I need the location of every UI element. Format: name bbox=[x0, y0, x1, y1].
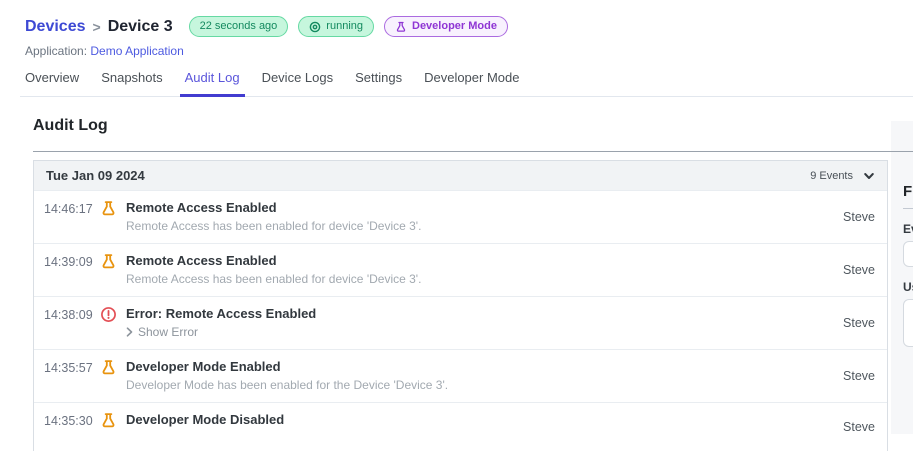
event-time: 14:35:57 bbox=[44, 361, 93, 375]
content-area: Audit Log Tue Jan 09 2024 9 Events 14:46… bbox=[0, 117, 913, 451]
tab-audit-log[interactable]: Audit Log bbox=[179, 70, 245, 97]
event-time: 14:38:09 bbox=[44, 308, 93, 322]
table-row: 14:35:30 Developer Mode Disabled Steve bbox=[34, 402, 887, 451]
event-user: Steve bbox=[843, 262, 875, 277]
day-group-date: Tue Jan 09 2024 bbox=[46, 168, 145, 183]
tab-developer-mode[interactable]: Developer Mode bbox=[419, 70, 524, 97]
developer-mode-badge-label: Developer Mode bbox=[412, 20, 497, 32]
chevron-down-icon[interactable] bbox=[863, 170, 875, 182]
breadcrumb-separator: > bbox=[92, 18, 101, 35]
application-row: Application: Demo Application bbox=[25, 44, 913, 58]
table-row: 14:35:57 Developer Mode Enabled Develope… bbox=[34, 349, 887, 402]
show-error-toggle[interactable]: Show Error bbox=[126, 325, 833, 339]
tab-settings[interactable]: Settings bbox=[350, 70, 407, 97]
breadcrumb-current-device: Device 3 bbox=[107, 17, 173, 35]
flask-icon bbox=[100, 253, 117, 270]
event-time: 14:39:09 bbox=[44, 255, 93, 269]
event-title: Error: Remote Access Enabled bbox=[126, 306, 317, 321]
flask-icon bbox=[100, 359, 117, 376]
tab-snapshots[interactable]: Snapshots bbox=[96, 70, 167, 97]
running-status-label: running bbox=[326, 20, 363, 32]
chevron-right-icon bbox=[126, 327, 133, 337]
filter-events-label: Events bbox=[903, 222, 913, 236]
filter-panel-divider bbox=[903, 208, 913, 209]
event-title: Remote Access Enabled bbox=[126, 200, 277, 215]
running-status-badge: running bbox=[298, 16, 374, 37]
filter-panel: Filter Events Users bbox=[903, 183, 913, 347]
application-label: Application: bbox=[25, 44, 88, 58]
filter-panel-title: Filter bbox=[903, 183, 913, 200]
filter-users-input[interactable] bbox=[903, 299, 913, 347]
event-user: Steve bbox=[843, 419, 875, 434]
events-count: 9 Events bbox=[810, 169, 853, 182]
day-group-header[interactable]: Tue Jan 09 2024 9 Events bbox=[34, 161, 887, 190]
event-description: Developer Mode has been enabled for the … bbox=[126, 378, 449, 392]
error-icon bbox=[100, 306, 117, 323]
title-divider bbox=[33, 151, 913, 152]
audit-log-table: Tue Jan 09 2024 9 Events 14:46:17 Remote… bbox=[33, 160, 888, 451]
filter-users-label: Users bbox=[903, 280, 913, 294]
tab-device-logs[interactable]: Device Logs bbox=[257, 70, 339, 97]
table-row: 14:39:09 Remote Access Enabled Remote Ac… bbox=[34, 243, 887, 296]
event-description: Remote Access has been enabled for devic… bbox=[126, 219, 422, 233]
developer-mode-badge: Developer Mode bbox=[384, 16, 508, 37]
event-title: Remote Access Enabled bbox=[126, 253, 277, 268]
page-title: Audit Log bbox=[33, 117, 108, 134]
table-row: 14:38:09 Error: Remote Access Enabled Sh… bbox=[34, 296, 887, 349]
status-badges: 22 seconds ago running Developer Mode bbox=[188, 16, 508, 37]
filter-events-input[interactable] bbox=[903, 241, 913, 267]
event-description: Remote Access has been enabled for devic… bbox=[126, 272, 422, 286]
tab-overview[interactable]: Overview bbox=[20, 70, 84, 97]
flask-icon bbox=[100, 412, 117, 429]
flask-icon bbox=[395, 21, 407, 33]
breadcrumb-devices-link[interactable]: Devices bbox=[25, 18, 86, 36]
event-user: Steve bbox=[843, 315, 875, 330]
flask-icon bbox=[100, 200, 117, 217]
running-status-icon bbox=[309, 21, 321, 33]
page-header: Devices > Device 3 22 seconds ago runnin… bbox=[0, 0, 913, 58]
event-user: Steve bbox=[843, 368, 875, 383]
event-time: 14:35:30 bbox=[44, 414, 93, 428]
last-seen-badge: 22 seconds ago bbox=[188, 16, 289, 37]
show-error-label: Show Error bbox=[138, 325, 199, 339]
event-time: 14:46:17 bbox=[44, 202, 93, 216]
application-link[interactable]: Demo Application bbox=[90, 44, 183, 58]
tab-bar: Overview Snapshots Audit Log Device Logs… bbox=[20, 70, 913, 97]
event-user: Steve bbox=[843, 209, 875, 224]
event-title: Developer Mode Disabled bbox=[126, 412, 285, 427]
breadcrumb: Devices > Device 3 22 seconds ago runnin… bbox=[25, 16, 913, 37]
last-seen-badge-label: 22 seconds ago bbox=[199, 20, 278, 32]
table-row: 14:46:17 Remote Access Enabled Remote Ac… bbox=[34, 190, 887, 243]
event-title: Developer Mode Enabled bbox=[126, 359, 281, 374]
